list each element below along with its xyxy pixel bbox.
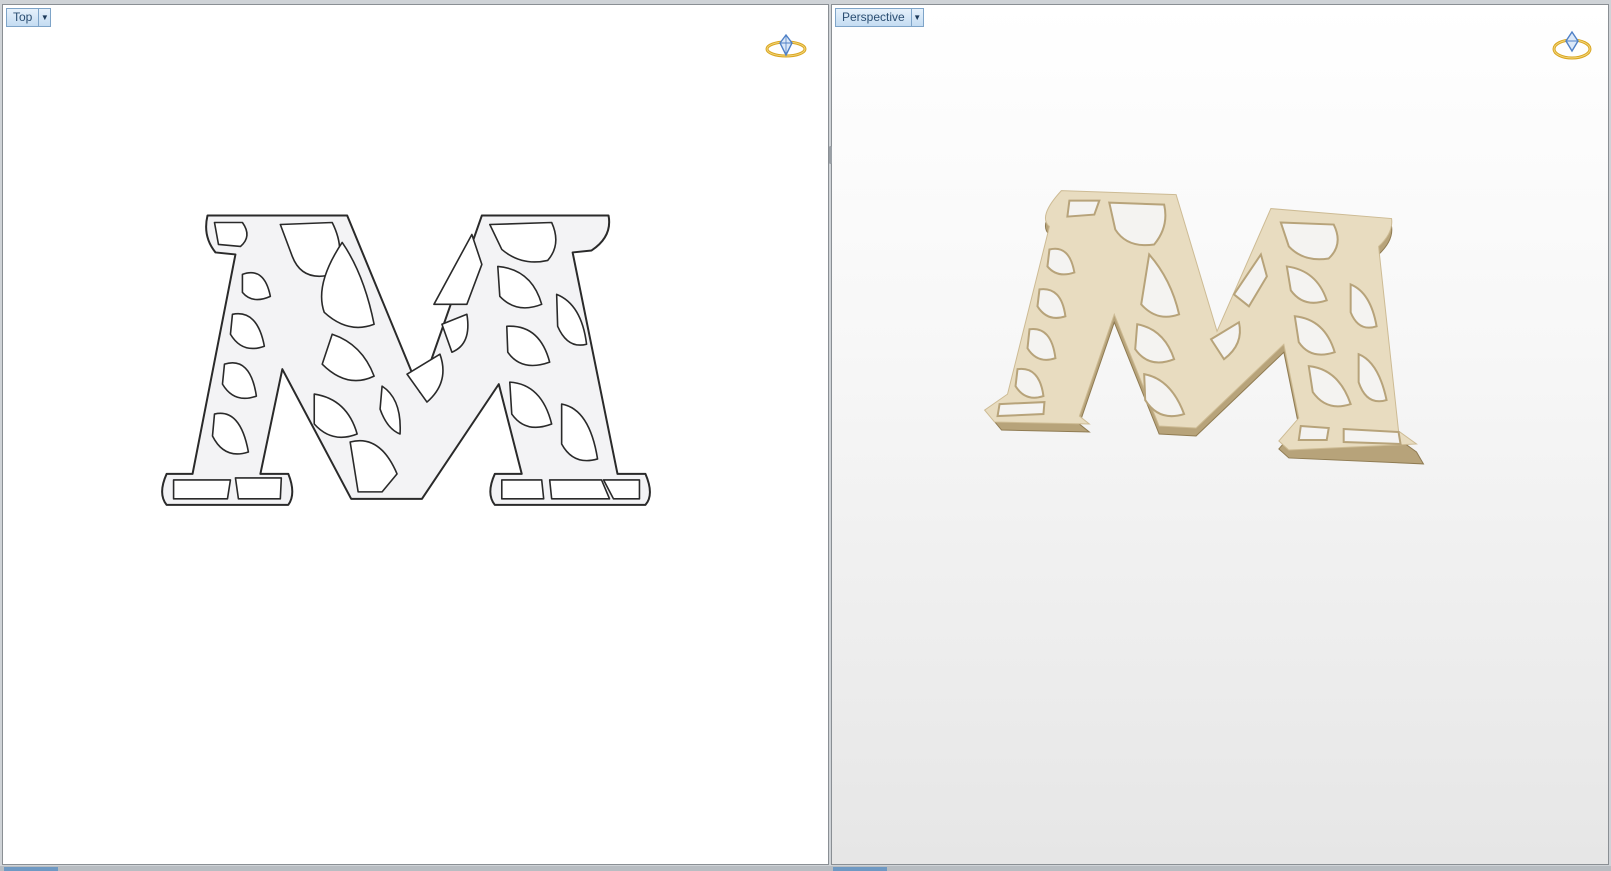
viewport-perspective[interactable]: Perspective ▼ — [831, 4, 1609, 865]
tab-indicator[interactable] — [833, 867, 887, 871]
letter-m-3d-model — [983, 190, 1425, 465]
tab-indicator[interactable] — [4, 867, 58, 871]
cad-workspace: Top ▼ Perspective ▼ — [0, 0, 1611, 871]
viewport-top[interactable]: Top ▼ — [2, 4, 829, 865]
letter-m-top-view — [161, 214, 651, 506]
viewport-splitter[interactable] — [829, 146, 832, 164]
viewport-tabs-bar — [0, 866, 1611, 871]
